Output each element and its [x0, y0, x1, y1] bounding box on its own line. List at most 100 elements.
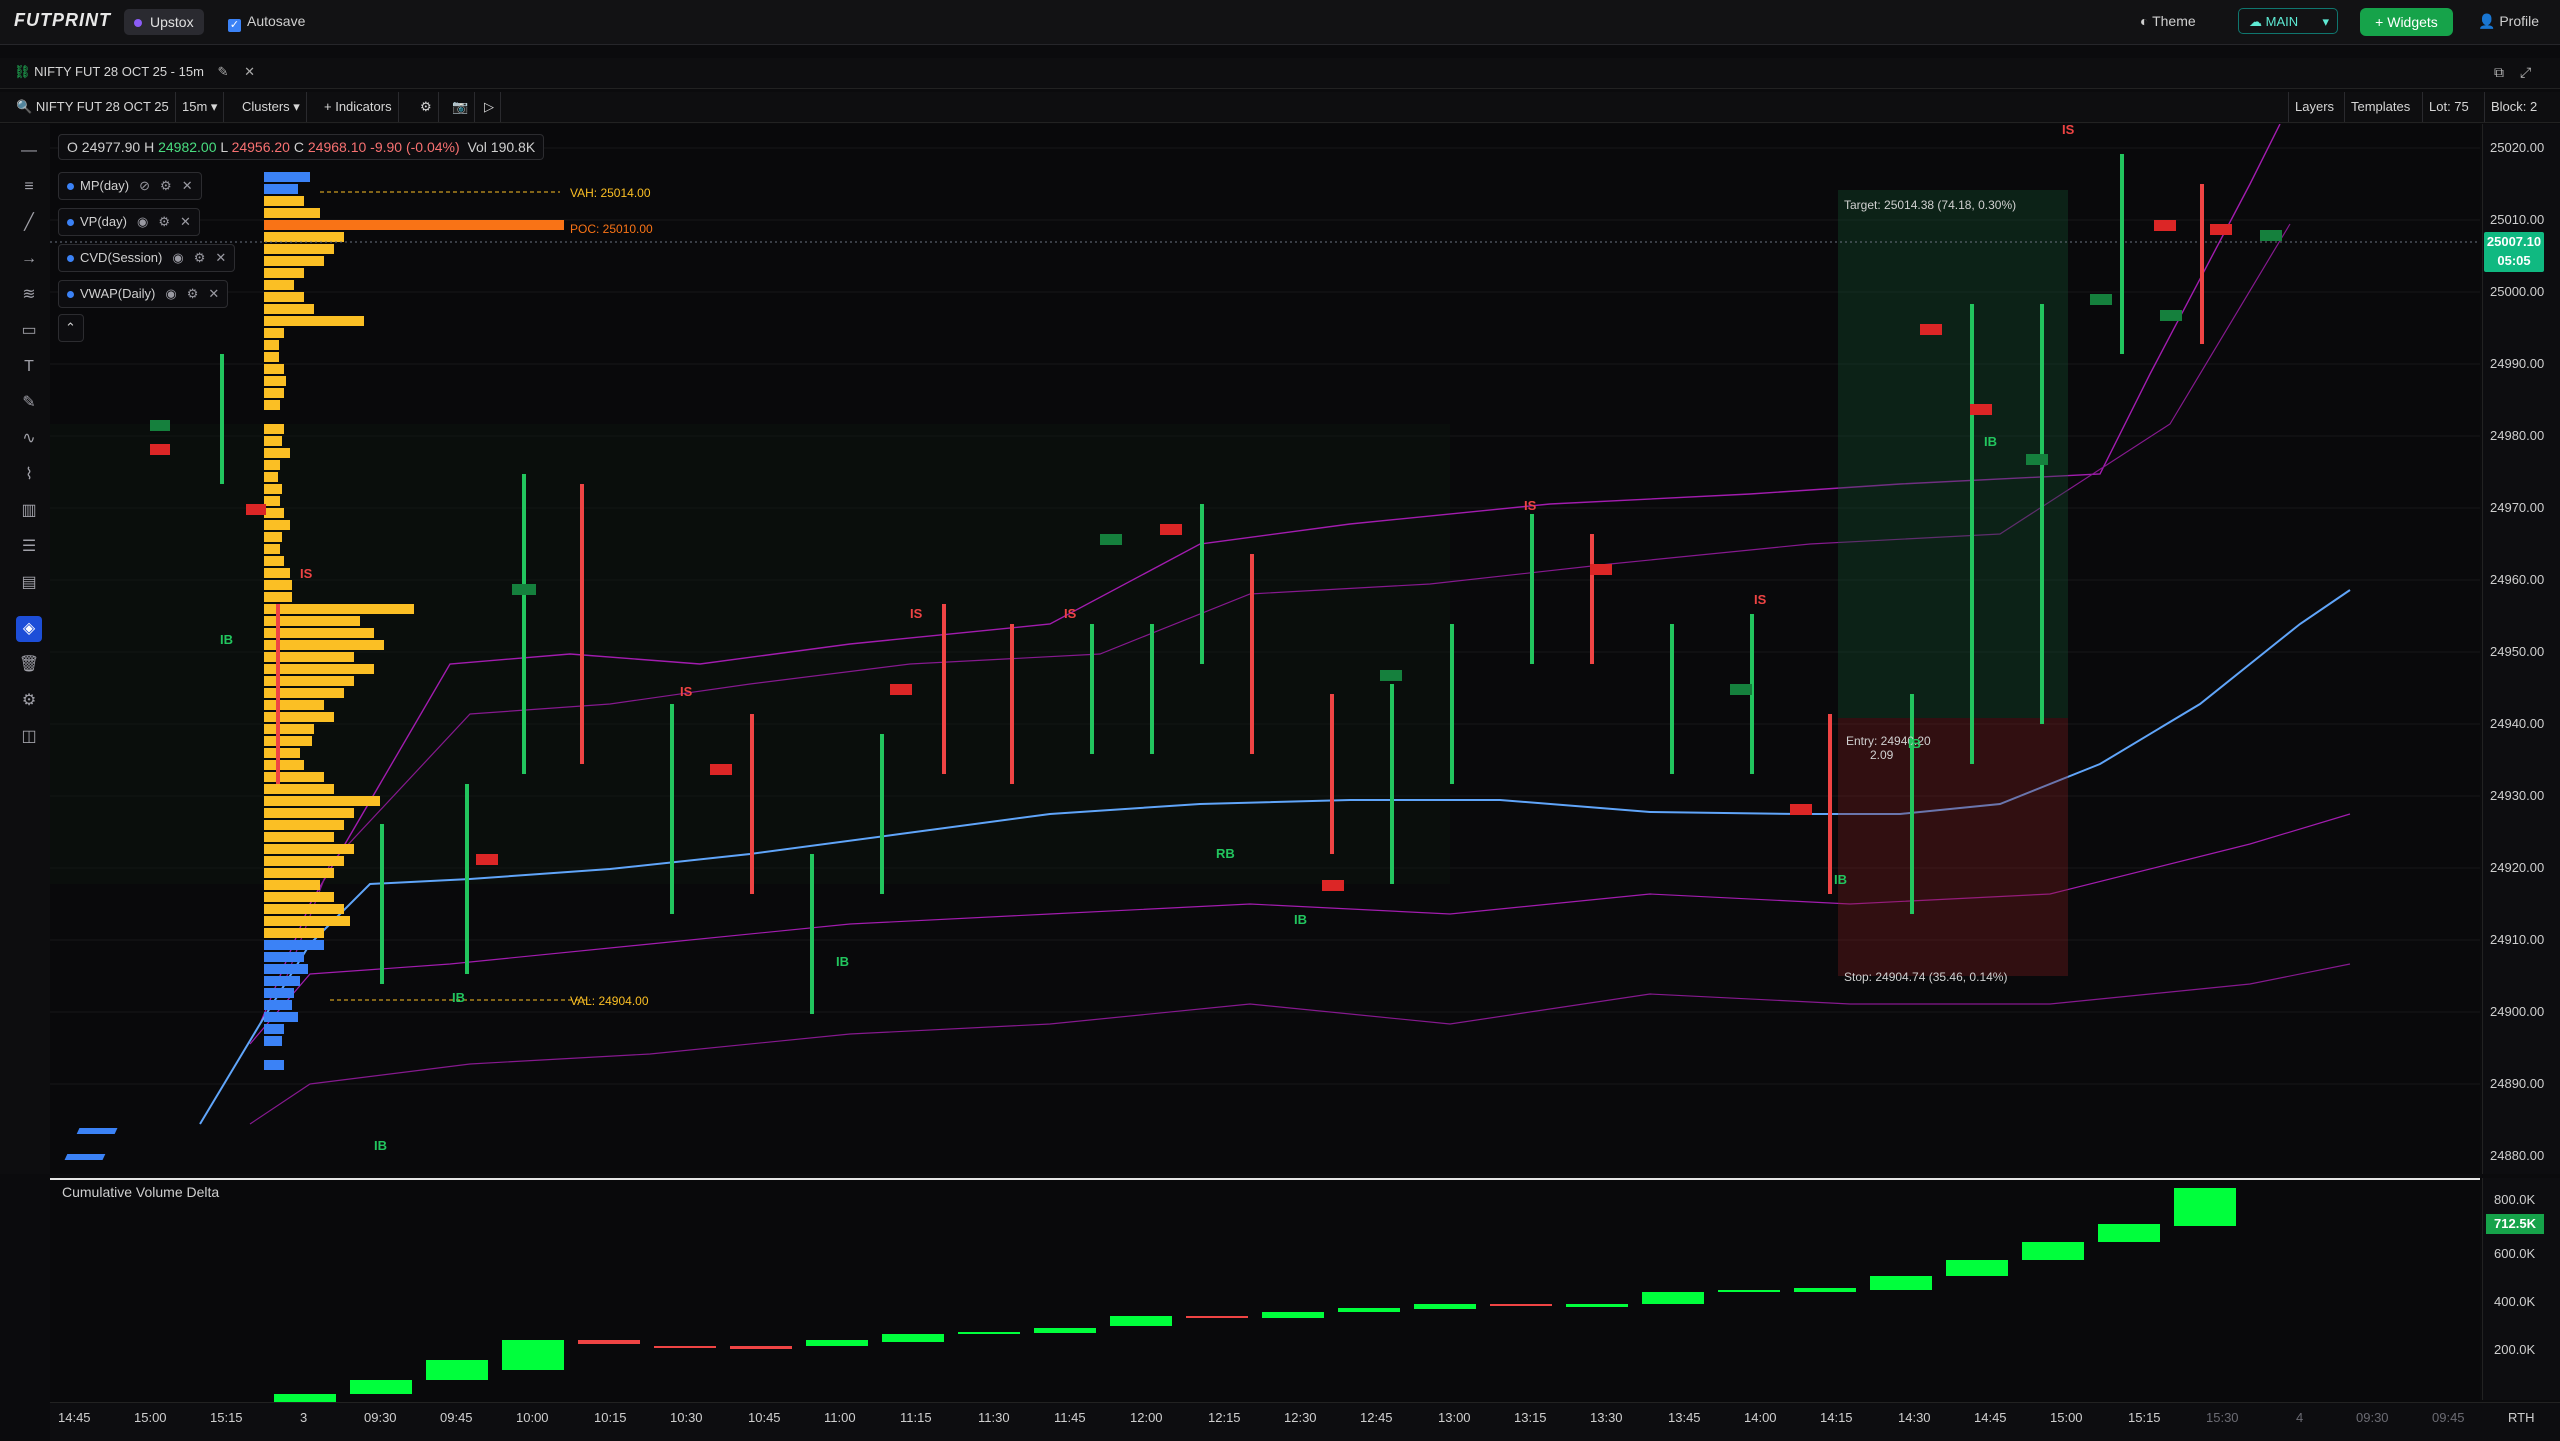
- tab-chart[interactable]: ⛓ NIFTY FUT 28 OCT 25 - 15m ✎ ✕: [14, 64, 255, 80]
- time-label: 14:00: [1744, 1410, 1777, 1425]
- replay-icon[interactable]: ▷: [478, 92, 501, 122]
- cvd-pane[interactable]: [50, 1178, 2480, 1402]
- cvd-axis-label: 200.0K: [2494, 1342, 2536, 1357]
- is-marker: IS: [680, 684, 693, 699]
- indicator-chip-vwap[interactable]: VWAP(Daily) ◉ ⚙ ✕: [58, 280, 229, 308]
- magnet-icon[interactable]: ◈: [16, 616, 42, 642]
- block-size[interactable]: Block: 2: [2484, 92, 2543, 122]
- cvd-axis[interactable]: [2482, 1178, 2560, 1400]
- ib-marker: IB: [1984, 434, 1997, 449]
- indicator-dot-icon: [67, 219, 74, 226]
- cvd-axis-label: 400.0K: [2494, 1294, 2536, 1309]
- symbol-search[interactable]: 🔍 NIFTY FUT 28 OCT 25: [10, 92, 176, 122]
- close-icon[interactable]: ✕: [215, 250, 226, 265]
- expand-icon[interactable]: ⤢: [2520, 64, 2531, 81]
- rectangle-icon[interactable]: ▭: [16, 318, 42, 344]
- list-icon[interactable]: ☰: [16, 534, 42, 560]
- theme-icon: ◐: [2140, 13, 2153, 29]
- gear-icon[interactable]: ⚙: [160, 178, 172, 193]
- volume-profile-icon[interactable]: ▥: [16, 498, 42, 524]
- time-label: 13:00: [1438, 1410, 1471, 1425]
- time-label: 11:00: [824, 1410, 856, 1425]
- session-label[interactable]: RTH: [2508, 1410, 2534, 1425]
- ohlc-volume: 190.8K: [490, 139, 536, 155]
- close-icon[interactable]: ✕: [180, 214, 191, 229]
- lot-size[interactable]: Lot: 75: [2422, 92, 2475, 122]
- layers-button[interactable]: Layers: [2288, 92, 2340, 122]
- search-icon: 🔍: [16, 99, 36, 114]
- ohlc-open: 24977.90: [81, 139, 141, 155]
- profile-button[interactable]: 👤 Profile: [2478, 13, 2539, 30]
- chart-type-select[interactable]: Clusters ▾: [236, 92, 307, 122]
- indicators-button[interactable]: + Indicators: [318, 92, 399, 122]
- channel-icon[interactable]: ≋: [16, 282, 42, 308]
- templates-button[interactable]: Templates: [2344, 92, 2416, 122]
- target-label: Target: 25014.38 (74.18, 0.30%): [1844, 198, 2017, 212]
- broker-dot-icon: [134, 19, 142, 27]
- broker-selector[interactable]: Upstox: [124, 9, 204, 35]
- trash-icon[interactable]: 🗑: [16, 652, 42, 678]
- time-label: 14:45: [1974, 1410, 2007, 1425]
- layout-select[interactable]: ☁ MAIN ▾: [2238, 8, 2338, 34]
- indicator-chip-mp[interactable]: MP(day) ⊘ ⚙ ✕: [58, 172, 202, 200]
- indicator-dot-icon: [67, 255, 74, 262]
- checkbox-icon[interactable]: ✓: [228, 19, 241, 32]
- profile-label: Profile: [2499, 13, 2540, 29]
- autosave-toggle[interactable]: ✓ Autosave: [228, 13, 305, 32]
- time-label-future: 4: [2296, 1410, 2304, 1425]
- eye-off-icon[interactable]: ⊘: [139, 178, 150, 193]
- time-label: 15:15: [2128, 1410, 2161, 1425]
- eye-icon[interactable]: ◉: [172, 250, 183, 265]
- ohlc-change: -9.90 (-0.04%): [370, 139, 460, 155]
- price-label: 24910.00: [2490, 932, 2545, 947]
- gear-icon[interactable]: ⚙: [158, 214, 170, 229]
- is-marker: IS: [910, 606, 923, 621]
- timeframe-select[interactable]: 15m ▾: [176, 92, 225, 122]
- horizontal-line-icon[interactable]: —: [16, 138, 42, 164]
- price-label: 24970.00: [2490, 500, 2545, 515]
- time-label: 10:00: [516, 1410, 549, 1425]
- eye-icon[interactable]: ◉: [137, 214, 148, 229]
- price-label: 24920.00: [2490, 860, 2545, 875]
- gear-icon[interactable]: ⚙: [194, 250, 206, 265]
- indicator-chip-cvd[interactable]: CVD(Session) ◉ ⚙ ✕: [58, 244, 236, 272]
- time-label: 11:15: [900, 1410, 932, 1425]
- trend-line-icon[interactable]: ╱: [16, 210, 42, 236]
- popout-icon[interactable]: ⧉: [2494, 64, 2504, 81]
- camera-icon[interactable]: 📷: [446, 92, 476, 122]
- ib-marker: IB: [452, 990, 465, 1005]
- eye-icon[interactable]: ◉: [165, 286, 176, 301]
- footprint-chart[interactable]: [50, 123, 2480, 1174]
- collapse-indicators-button[interactable]: ⌃: [58, 314, 84, 342]
- layers-icon[interactable]: ◫: [16, 724, 42, 750]
- ruler-icon[interactable]: ▤: [16, 570, 42, 596]
- brush-icon[interactable]: ✎: [16, 390, 42, 416]
- price-label: 24950.00: [2490, 644, 2545, 659]
- wave-icon[interactable]: ∿: [16, 426, 42, 452]
- ib-marker: IB: [220, 632, 233, 647]
- close-icon[interactable]: ✕: [182, 178, 193, 193]
- app-logo: FUTPRINT: [14, 10, 111, 30]
- time-label-future: 09:45: [2432, 1410, 2465, 1425]
- indicator-chip-vp[interactable]: VP(day) ◉ ⚙ ✕: [58, 208, 200, 236]
- ohlc-vol-label: Vol: [467, 139, 487, 155]
- price-label: 24930.00: [2490, 788, 2545, 803]
- ib-marker: IB: [836, 954, 849, 969]
- gear-icon[interactable]: ⚙: [187, 286, 199, 301]
- gear-icon[interactable]: ⚙: [16, 688, 42, 714]
- val-label: VAL: 24904.00: [570, 994, 649, 1008]
- close-icon[interactable]: ✕: [208, 286, 219, 301]
- zigzag-icon[interactable]: ⌇: [16, 462, 42, 488]
- edit-icon[interactable]: ✎: [218, 64, 229, 79]
- menu-icon[interactable]: ≡: [16, 174, 42, 200]
- theme-button[interactable]: ◐ Theme: [2140, 13, 2196, 29]
- text-icon[interactable]: T: [16, 354, 42, 380]
- arrow-line-icon[interactable]: →: [16, 246, 42, 272]
- widgets-button[interactable]: + Widgets: [2360, 8, 2453, 36]
- close-icon[interactable]: ✕: [244, 64, 255, 79]
- poc-bar: [264, 220, 564, 230]
- settings-icon[interactable]: ⚙: [414, 92, 439, 122]
- ib-marker: IB: [1834, 872, 1847, 887]
- time-label: 12:15: [1208, 1410, 1241, 1425]
- chart-canvas[interactable]: [50, 123, 2480, 1174]
